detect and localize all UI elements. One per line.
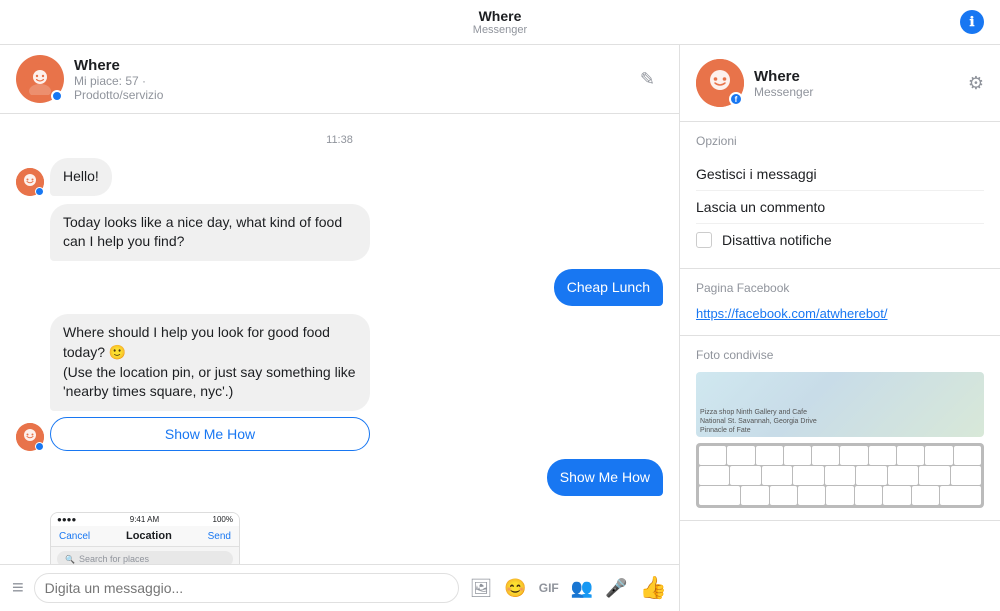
show-me-how-quick-reply[interactable]: Show Me How [50,417,370,451]
emoji-icon[interactable]: 😊 [504,578,526,599]
message-row: Hello! [16,158,663,196]
chat-category: Prodotto/servizio [74,88,632,102]
bubble-cheap-lunch: Cheap Lunch [554,269,663,307]
right-name: Where [754,68,968,85]
photo-thumb-keyboard[interactable] [696,443,984,508]
option-leave-comment[interactable]: Lascia un commento [696,191,984,224]
chat-followers: Mi piace: 57 · [74,74,632,88]
info-button[interactable]: ℹ [960,10,984,34]
like-icon[interactable]: 👍 [640,575,667,601]
right-avatar: f [696,59,744,107]
chat-panel: Where Mi piace: 57 · Prodotto/servizio ✎… [0,45,680,611]
header-center: Where Messenger [473,8,527,36]
chat-header: Where Mi piace: 57 · Prodotto/servizio ✎ [0,45,679,114]
msg-avatar-badge [35,442,44,451]
facebook-section: Pagina Facebook https://facebook.com/atw… [680,269,1000,336]
gear-icon[interactable]: ⚙ [968,73,984,94]
message-row: Cheap Lunch [16,269,663,307]
options-section-title: Opzioni [696,134,984,148]
right-info: Where Messenger [754,68,968,99]
message-row: Today looks like a nice day, what kind o… [16,204,663,261]
phone-status-bar: ●●●● 9:41 AM 100% [51,513,239,526]
bubble-where-help: Where should I help you look for good fo… [50,314,370,410]
right-avatar-badge: f [729,92,743,106]
mic-icon[interactable]: 🎤 [605,578,627,599]
photo-map-text: Pizza shop Ninth Gallery and CafeNationa… [696,406,984,437]
message-row: Show Me How [16,459,663,497]
bot-avatar [16,423,44,451]
disable-notifications-checkbox[interactable] [696,232,712,248]
bubble-show-me-how: Show Me How [547,459,663,497]
message-row: Where should I help you look for good fo… [16,314,663,450]
header-subtitle: Messenger [473,24,527,36]
option-manage-messages[interactable]: Gestisci i messaggi [696,158,984,191]
menu-icon[interactable]: ≡ [12,577,24,600]
edit-button[interactable]: ✎ [632,65,663,94]
input-bar: ≡ 🖼 😊 GIF 👥 🎤 👍 [0,564,679,611]
photo-thumb-map[interactable]: Pizza shop Ninth Gallery and CafeNationa… [696,372,984,437]
options-section: Opzioni Gestisci i messaggi Lascia un co… [680,122,1000,269]
facebook-section-title: Pagina Facebook [696,281,984,295]
input-icons: 🖼 😊 GIF 👥 🎤 👍 [469,575,667,601]
photo-keyboard-background [696,443,984,508]
right-panel: f Where Messenger ⚙ Opzioni Gestisci i m… [680,45,1000,611]
phone-nav: Cancel Location Send [51,526,239,547]
main-content: Where Mi piace: 57 · Prodotto/servizio ✎… [0,45,1000,611]
facebook-link[interactable]: https://facebook.com/atwherebot/ [696,306,888,321]
avatar [16,55,64,103]
sticker-icon[interactable]: 👥 [571,578,593,599]
option-disable-notifications[interactable]: Disattiva notifiche [696,224,984,256]
right-profile: f Where Messenger ⚙ [680,45,1000,122]
gif-icon[interactable]: GIF [539,581,559,595]
photo-map-background: Pizza shop Ninth Gallery and CafeNationa… [696,372,984,437]
chat-info: Where Mi piace: 57 · Prodotto/servizio [74,57,632,102]
photos-grid: Pizza shop Ninth Gallery and CafeNationa… [696,372,984,508]
messages-area: 11:38 Hello! Today loo [0,114,679,564]
message-row: ●●●● 9:41 AM 100% Cancel Location Send 🔍… [16,504,663,564]
photos-section: Foto condivise Pizza shop Ninth Gallery … [680,336,1000,521]
msg-avatar-badge [35,187,44,196]
image-icon[interactable]: 🖼 [469,578,492,599]
chat-name: Where [74,57,632,74]
phone-mockup: ●●●● 9:41 AM 100% Cancel Location Send 🔍… [50,512,240,564]
top-header: Where Messenger ℹ [0,0,1000,45]
right-subtitle: Messenger [754,85,968,99]
bot-avatar [16,168,44,196]
photos-section-title: Foto condivise [696,348,984,362]
message-input[interactable] [34,573,460,603]
bubble-hello: Hello! [50,158,112,196]
bubble-today: Today looks like a nice day, what kind o… [50,204,370,261]
avatar-online-badge [51,90,63,102]
message-timestamp: 11:38 [16,134,663,146]
header-title: Where [473,8,527,24]
phone-search-bar[interactable]: 🔍 Search for places [57,551,233,564]
